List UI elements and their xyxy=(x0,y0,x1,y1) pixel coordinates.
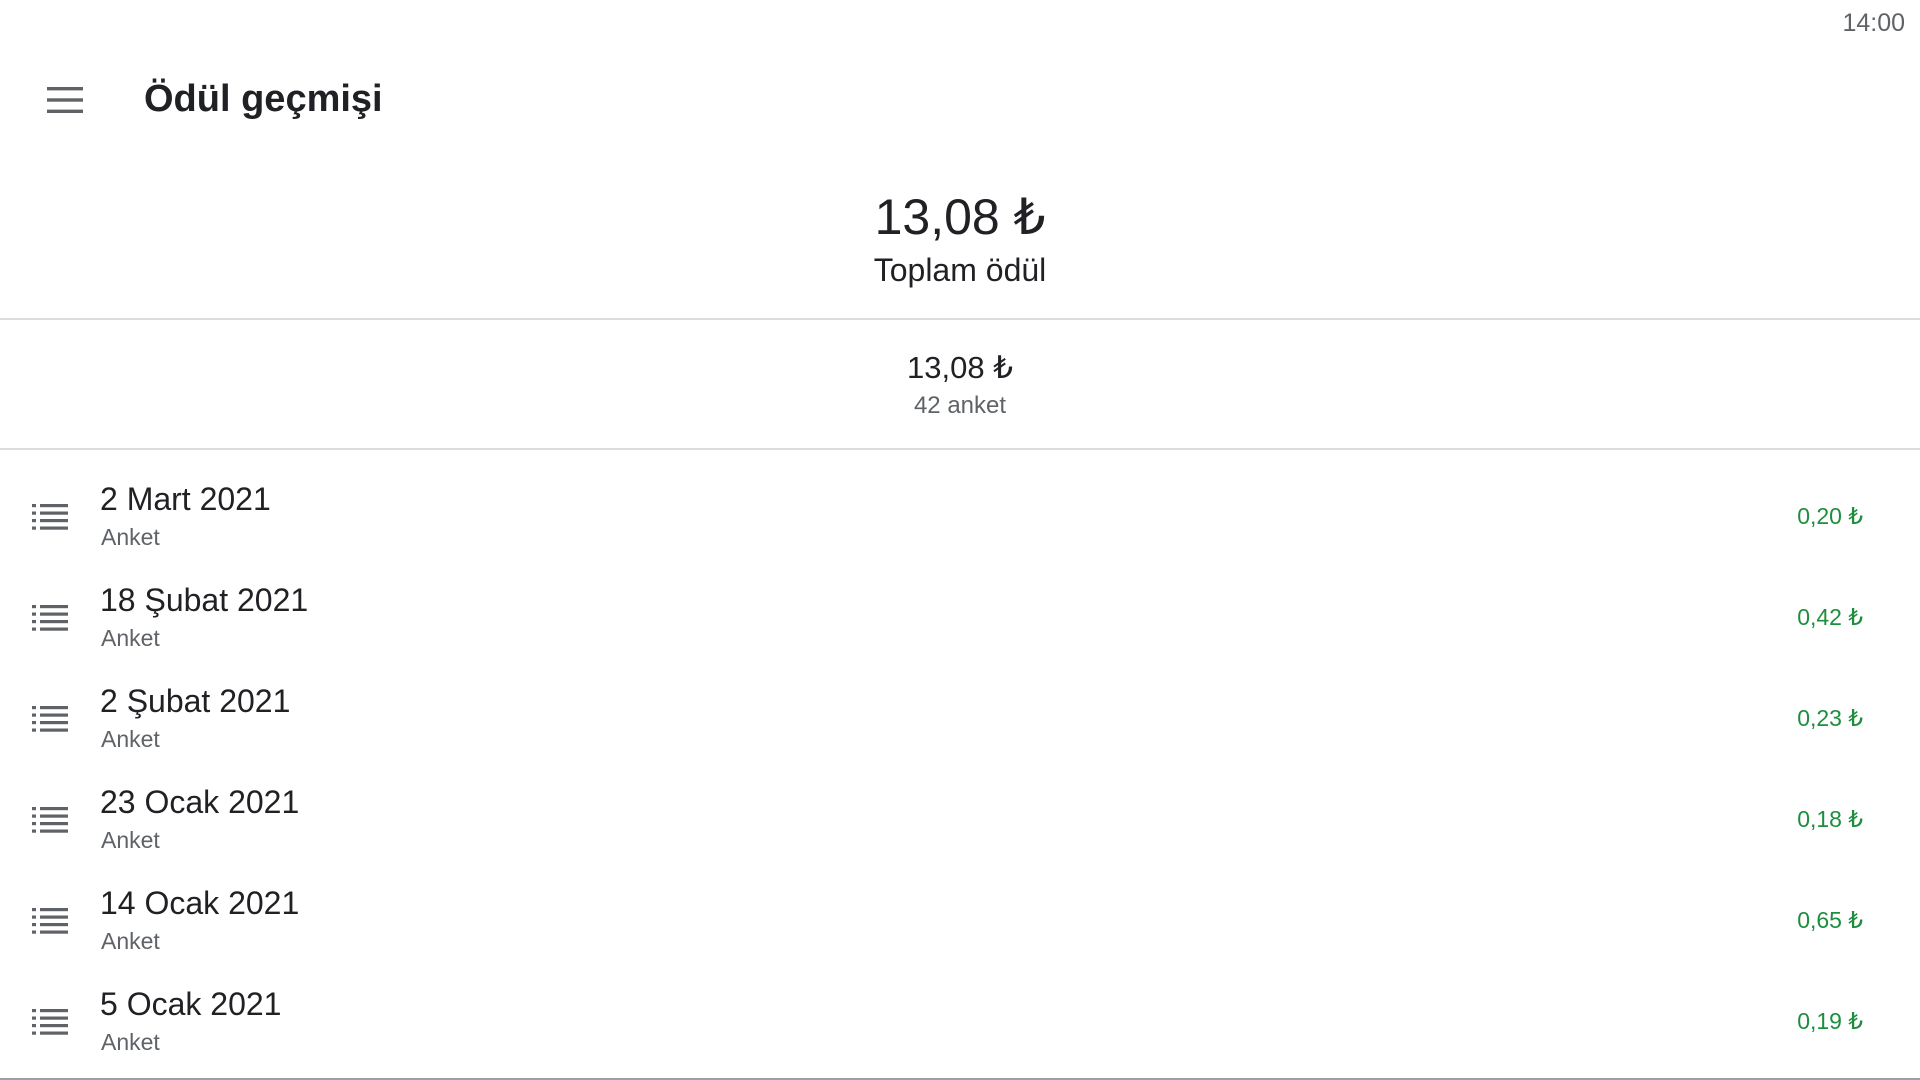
total-reward-section: 13,08 ₺ Toplam ödül xyxy=(0,156,1920,320)
list-icon xyxy=(32,807,68,833)
reward-date: 5 Ocak 2021 xyxy=(100,986,282,1022)
status-bar: 14:00 xyxy=(0,0,1920,44)
hamburger-menu-icon xyxy=(47,87,83,113)
survey-count: 42 anket xyxy=(913,392,1007,419)
list-icon xyxy=(32,504,68,530)
list-icon xyxy=(32,706,68,732)
page-title: Ödül geçmişi xyxy=(144,78,383,120)
reward-amount: 0,42 ₺ xyxy=(1797,604,1863,630)
reward-amount: 0,23 ₺ xyxy=(1797,705,1863,731)
reward-amount: 0,18 ₺ xyxy=(1797,806,1863,832)
reward-list-item[interactable]: 14 Ocak 2021 Anket 0,65 ₺ xyxy=(0,869,1920,970)
reward-type: Anket xyxy=(101,1029,160,1055)
survey-summary: 13,08 ₺ 42 anket xyxy=(0,320,1920,450)
list-icon xyxy=(32,908,68,934)
menu-button[interactable] xyxy=(30,71,100,129)
status-time: 14:00 xyxy=(1842,9,1905,37)
reward-type: Anket xyxy=(101,827,160,853)
reward-type: Anket xyxy=(101,726,160,752)
reward-amount: 0,20 ₺ xyxy=(1797,503,1863,529)
reward-amount: 0,65 ₺ xyxy=(1797,907,1863,933)
reward-type: Anket xyxy=(101,524,160,550)
reward-date: 2 Şubat 2021 xyxy=(100,683,291,719)
app-bar: Ödül geçmişi xyxy=(0,44,1920,156)
reward-type: Anket xyxy=(101,625,160,651)
reward-list-item[interactable]: 23 Ocak 2021 Anket 0,18 ₺ xyxy=(0,768,1920,869)
summary-amount: 13,08 ₺ xyxy=(907,350,1013,385)
reward-date: 18 Şubat 2021 xyxy=(100,582,309,618)
total-reward-amount: 13,08 ₺ xyxy=(874,189,1046,245)
reward-amount: 0,19 ₺ xyxy=(1797,1008,1863,1034)
list-icon xyxy=(32,605,68,631)
reward-list: 2 Mart 2021 Anket 0,20 ₺ 18 Şubat 2021 A… xyxy=(0,465,1920,1071)
reward-list-item[interactable]: 18 Şubat 2021 Anket 0,42 ₺ xyxy=(0,566,1920,667)
reward-history-screen: 14:00 Ödül geçmişi 13,08 ₺ Toplam ödül 1… xyxy=(0,0,1920,1080)
reward-type: Anket xyxy=(101,928,160,954)
reward-list-item[interactable]: 2 Mart 2021 Anket 0,20 ₺ xyxy=(0,465,1920,566)
list-icon xyxy=(32,1009,68,1035)
total-reward-label: Toplam ödül xyxy=(873,252,1047,288)
reward-date: 14 Ocak 2021 xyxy=(100,885,300,921)
reward-list-item[interactable]: 5 Ocak 2021 Anket 0,19 ₺ xyxy=(0,970,1920,1071)
reward-list-item[interactable]: 2 Şubat 2021 Anket 0,23 ₺ xyxy=(0,667,1920,768)
reward-date: 2 Mart 2021 xyxy=(100,481,271,517)
reward-date: 23 Ocak 2021 xyxy=(100,784,300,820)
